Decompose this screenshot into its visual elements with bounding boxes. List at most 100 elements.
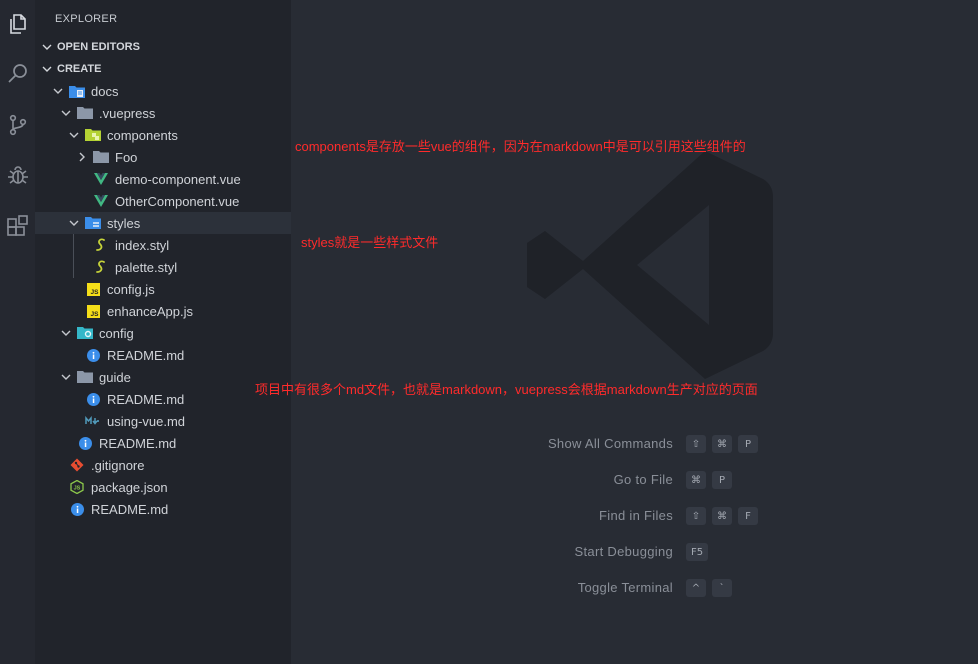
tree-folder-row[interactable]: guide bbox=[35, 366, 291, 388]
chevron-down-icon[interactable] bbox=[67, 124, 81, 146]
command-hint-row: Show All Commands ⇧ ⌘ P bbox=[291, 432, 978, 456]
section-label: CREATE bbox=[57, 63, 102, 75]
info-icon bbox=[77, 435, 93, 451]
tree-file-row[interactable]: JS enhanceApp.js bbox=[35, 300, 291, 322]
folder-icon bbox=[77, 105, 93, 121]
chevron-down-icon[interactable] bbox=[67, 212, 81, 234]
tree-file-row[interactable]: JS package.json bbox=[35, 476, 291, 498]
markdown-annotation: 项目中有很多个md文件，也就是markdown，vuepress会根据markd… bbox=[255, 382, 758, 397]
tree-file-row[interactable]: index.styl bbox=[35, 234, 291, 256]
command-label: Start Debugging bbox=[574, 544, 673, 559]
keybinding: ⇧ ⌘ P bbox=[686, 435, 758, 453]
tree-file-row[interactable]: JS config.js bbox=[35, 278, 291, 300]
chevron-down-icon[interactable] bbox=[59, 102, 73, 124]
debug-icon[interactable] bbox=[0, 157, 35, 193]
editor-area: components是存放一些vue的组件，因为在markdown中是可以引用这… bbox=[255, 0, 978, 664]
vue-icon bbox=[93, 193, 109, 209]
tree-item-label: config.js bbox=[107, 281, 155, 297]
key-cap: ⌘ bbox=[686, 471, 706, 489]
tree-item-label: enhanceApp.js bbox=[107, 303, 194, 319]
tree-file-row[interactable]: using-vue.md bbox=[35, 410, 291, 432]
tree-file-row[interactable]: .gitignore bbox=[35, 454, 291, 476]
markdown-icon bbox=[85, 413, 101, 429]
tree-item-label: README.md bbox=[107, 391, 185, 407]
keybinding: ^ ` bbox=[686, 579, 732, 597]
command-hint-row: Start Debugging F5 bbox=[291, 540, 978, 564]
tree-item-label: index.styl bbox=[115, 237, 170, 253]
svg-text:JS: JS bbox=[90, 289, 99, 296]
explorer-sidebar: EXPLORER OPEN EDITORS CREATE docs .vuepre… bbox=[35, 0, 291, 664]
key-cap: ⇧ bbox=[686, 435, 706, 453]
tree-folder-row[interactable]: config bbox=[35, 322, 291, 344]
key-cap: P bbox=[738, 435, 758, 453]
tree-file-row[interactable]: palette.styl bbox=[35, 256, 291, 278]
docs-folder-icon bbox=[69, 83, 85, 99]
tree-file-row[interactable]: README.md bbox=[35, 432, 291, 454]
chevron-down-icon[interactable] bbox=[51, 80, 65, 102]
tree-item-label: README.md bbox=[91, 501, 169, 517]
tree-folder-row[interactable]: Foo bbox=[35, 146, 291, 168]
command-label: Toggle Terminal bbox=[577, 580, 673, 595]
extensions-icon[interactable] bbox=[0, 208, 35, 244]
chevron-down-icon[interactable] bbox=[59, 322, 73, 344]
tree-item-label: OtherComponent.vue bbox=[115, 193, 240, 209]
search-icon[interactable] bbox=[0, 56, 35, 92]
vscode-logo bbox=[523, 145, 773, 389]
svg-text:JS: JS bbox=[90, 311, 99, 318]
tree-item-label: package.json bbox=[91, 479, 168, 495]
components-annotation: components是存放一些vue的组件，因为在markdown中是可以引用这… bbox=[295, 139, 746, 154]
tree-file-row[interactable]: README.md bbox=[35, 388, 291, 410]
tree-file-row[interactable]: README.md bbox=[35, 498, 291, 520]
keybinding: F5 bbox=[686, 543, 709, 561]
tree-file-row[interactable]: README.md bbox=[35, 344, 291, 366]
folder-icon bbox=[93, 149, 109, 165]
tree-folder-row[interactable]: .vuepress bbox=[35, 102, 291, 124]
stylus-icon bbox=[93, 259, 109, 275]
styles-annotation: styles就是一些样式文件 bbox=[301, 235, 439, 250]
files-icon[interactable] bbox=[0, 6, 35, 42]
chevron-right-icon[interactable] bbox=[75, 146, 89, 168]
tree-item-label: README.md bbox=[107, 347, 185, 363]
command-hint-row: Toggle Terminal ^ ` bbox=[291, 576, 978, 600]
key-cap: ` bbox=[712, 579, 732, 597]
js-icon: JS bbox=[85, 303, 101, 319]
tree-item-label: palette.styl bbox=[115, 259, 178, 275]
key-cap: F bbox=[738, 507, 758, 525]
js-icon: JS bbox=[85, 281, 101, 297]
tree-item-label: guide bbox=[99, 369, 131, 385]
tree-item-label: using-vue.md bbox=[107, 413, 186, 429]
tree-item-label: README.md bbox=[99, 435, 177, 451]
tree-item-label: styles bbox=[107, 215, 141, 231]
project-section[interactable]: CREATE bbox=[35, 58, 291, 80]
key-cap: ⌘ bbox=[712, 507, 732, 525]
tree-item-label: components bbox=[107, 127, 178, 143]
git-icon bbox=[69, 457, 85, 473]
open-editors-section[interactable]: OPEN EDITORS bbox=[35, 36, 291, 58]
command-label: Show All Commands bbox=[547, 436, 673, 451]
key-cap: P bbox=[712, 471, 732, 489]
tree-folder-row[interactable]: docs bbox=[35, 80, 291, 102]
chevron-down-icon bbox=[37, 64, 57, 74]
tree-file-row[interactable]: OtherComponent.vue bbox=[35, 190, 291, 212]
command-label: Go to File bbox=[613, 472, 673, 487]
tree-file-row[interactable]: demo-component.vue bbox=[35, 168, 291, 190]
tree-folder-row[interactable]: styles bbox=[35, 212, 291, 234]
tree-item-label: demo-component.vue bbox=[115, 171, 241, 187]
chevron-down-icon[interactable] bbox=[59, 366, 73, 388]
info-icon bbox=[69, 501, 85, 517]
source-control-icon[interactable] bbox=[0, 107, 35, 143]
keybinding: ⇧ ⌘ F bbox=[686, 507, 758, 525]
section-label: OPEN EDITORS bbox=[57, 41, 140, 53]
tree-folder-row[interactable]: components bbox=[35, 124, 291, 146]
tree-item-label: Foo bbox=[115, 149, 138, 165]
explorer-title: EXPLORER bbox=[55, 13, 118, 25]
